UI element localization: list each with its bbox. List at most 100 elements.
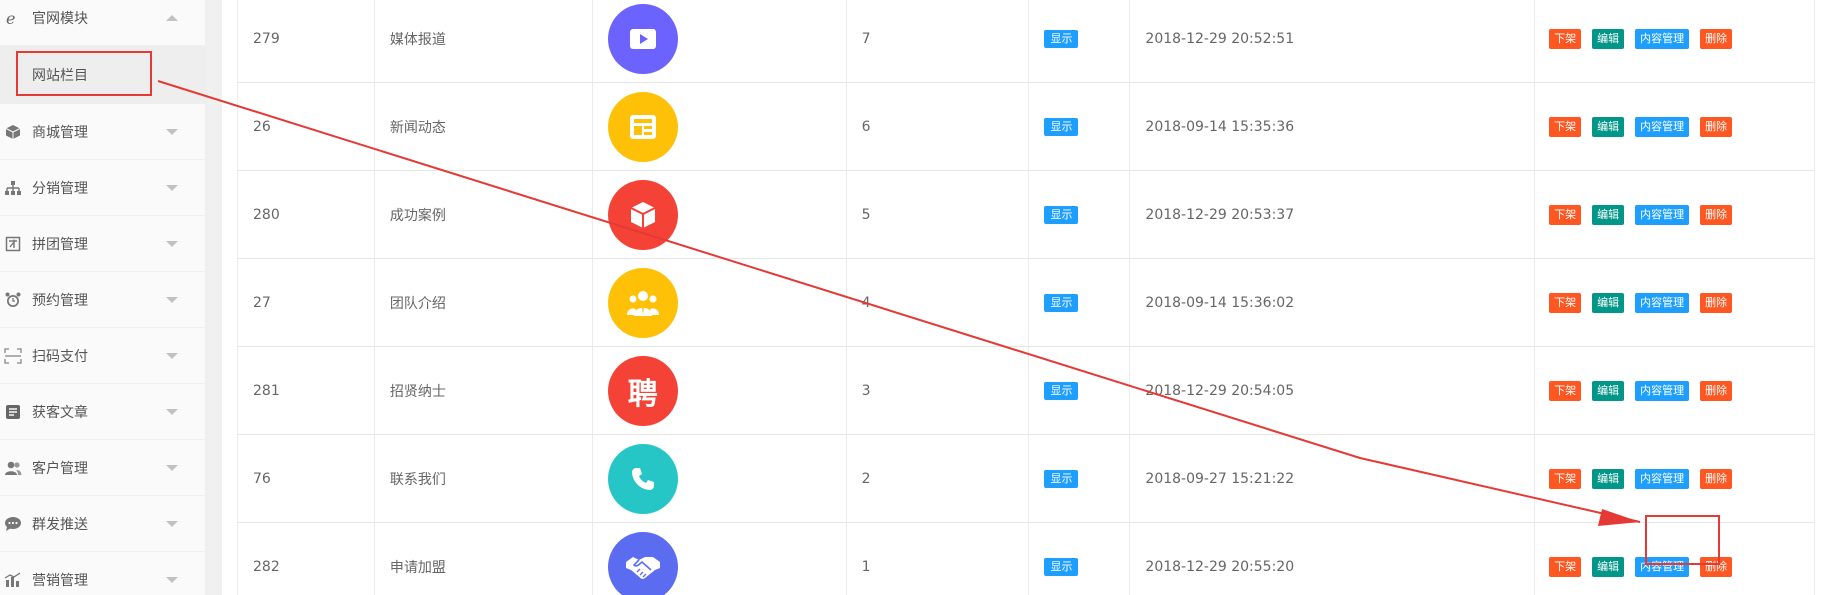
article-icon [2,401,24,423]
sidebar-group-groupbuy[interactable]: 拼团管理 [0,216,206,272]
bar-chart-icon [2,569,24,591]
status-badge: 显示 [1044,117,1079,136]
sidebar-group-articles[interactable]: 获客文章 [0,384,206,440]
cell-time: 2018-12-29 20:55:20 [1129,522,1536,595]
delete-button[interactable]: 删除 [1700,292,1733,313]
cell-id: 282 [237,522,375,595]
table-row: 282 申请加盟 1 显示 2018-12-29 20:55:20 下架 编辑 内容… [237,522,1815,595]
content-manage-button[interactable]: 内容管理 [1635,380,1690,401]
delete-button[interactable]: 删除 [1700,468,1733,489]
sidebar-item-website-columns[interactable]: 网站栏目 [0,46,206,104]
cell-icon [591,522,847,595]
sidebar-group-booking[interactable]: 预约管理 [0,272,206,328]
content-manage-button[interactable]: 内容管理 [1635,468,1690,489]
cell-sort: 2 [845,434,1030,523]
sidebar-group-broadcast[interactable]: 群发推送 [0,496,206,552]
edit-button[interactable]: 编辑 [1592,116,1625,137]
edit-button[interactable]: 编辑 [1592,28,1625,49]
table-row: 27 团队介绍 4 显示 2018-09-14 15:36:02 下架 编辑 内容管… [237,258,1815,347]
cell-icon [591,0,847,83]
table-row: 281 招贤纳士 聘 3 显示 2018-12-29 20:54:05 下架 编辑… [237,346,1815,435]
team-icon [607,267,678,338]
sidebar-group-label: 官网模块 [32,10,88,27]
sidebar-group-label: 扫码支付 [32,348,88,365]
sidebar: e 官网模块 网站栏目 商城管理 分销管理 拼团管理 预约管理 扫码支付 获客文… [0,0,206,595]
chevron-down-icon [166,520,178,527]
cube-icon [2,121,24,143]
delete-button[interactable]: 删除 [1700,116,1733,137]
content-manage-button[interactable]: 内容管理 [1635,556,1690,577]
cell-status: 显示 [1028,82,1131,171]
take-down-button[interactable]: 下架 [1549,292,1582,313]
cell-name: 团队介绍 [373,258,593,347]
take-down-button[interactable]: 下架 [1549,116,1582,137]
delete-button[interactable]: 删除 [1700,380,1733,401]
sidebar-gutter [206,0,222,595]
status-badge: 显示 [1044,293,1079,312]
content-manage-button[interactable]: 内容管理 [1635,28,1690,49]
sitemap-icon [2,177,24,199]
hire-glyph: 聘 [627,376,658,412]
cell-icon: 聘 [591,346,847,435]
delete-button[interactable]: 删除 [1700,556,1733,577]
chevron-down-icon [166,352,178,359]
cell-name: 媒体报道 [373,0,593,83]
cell-status: 显示 [1028,170,1131,259]
take-down-button[interactable]: 下架 [1549,28,1582,49]
sidebar-group-label: 客户管理 [32,460,88,477]
video-icon [607,3,678,74]
table-row: 279 媒体报道 7 显示 2018-12-29 20:52:51 下架 编辑 内容… [237,0,1815,83]
cell-status: 显示 [1028,346,1131,435]
take-down-button[interactable]: 下架 [1549,380,1582,401]
chevron-down-icon [166,184,178,191]
content-manage-button[interactable]: 内容管理 [1635,204,1690,225]
edit-button[interactable]: 编辑 [1592,468,1625,489]
cell-id: 280 [237,170,375,259]
status-badge: 显示 [1044,557,1079,576]
take-down-button[interactable]: 下架 [1549,468,1582,489]
sidebar-group-marketing[interactable]: 营销管理 [0,552,206,595]
cell-id: 279 [237,0,375,83]
chevron-down-icon [166,296,178,303]
take-down-button[interactable]: 下架 [1549,204,1582,225]
column-table: 279 媒体报道 7 显示 2018-12-29 20:52:51 下架 编辑 内容… [237,0,1815,595]
sidebar-group-mall[interactable]: 商城管理 [0,104,206,160]
edit-button[interactable]: 编辑 [1592,380,1625,401]
chevron-down-icon [166,576,178,583]
cell-actions: 下架 编辑 内容管理 删除 [1534,258,1815,347]
hire-icon: 聘 [607,355,678,426]
take-down-button[interactable]: 下架 [1549,556,1582,577]
sidebar-group-label: 分销管理 [32,180,88,197]
sidebar-group-label: 拼团管理 [32,236,88,253]
sidebar-group-website[interactable]: e 官网模块 [0,0,206,46]
status-badge: 显示 [1044,205,1079,224]
sidebar-item-label: 网站栏目 [32,68,88,84]
sidebar-group-distribution[interactable]: 分销管理 [0,160,206,216]
content-manage-button[interactable]: 内容管理 [1635,292,1690,313]
edit-button[interactable]: 编辑 [1592,556,1625,577]
delete-button[interactable]: 删除 [1700,28,1733,49]
table-row: 76 联系我们 2 显示 2018-09-27 15:21:22 下架 编辑 内容管… [237,434,1815,523]
page: e 官网模块 网站栏目 商城管理 分销管理 拼团管理 预约管理 扫码支付 获客文… [0,0,1832,595]
chevron-down-icon [166,408,178,415]
sidebar-group-customers[interactable]: 客户管理 [0,440,206,496]
cell-sort: 5 [845,170,1030,259]
table-row: 26 新闻动态 6 显示 2018-09-14 15:35:36 下架 编辑 内容管… [237,82,1815,171]
chevron-up-icon [166,14,178,21]
content-manage-button[interactable]: 内容管理 [1635,116,1690,137]
phone-icon [607,443,678,514]
cell-time: 2018-09-27 15:21:22 [1129,434,1536,523]
edit-button[interactable]: 编辑 [1592,292,1625,313]
edit-button[interactable]: 编辑 [1592,204,1625,225]
delete-button[interactable]: 删除 [1700,204,1733,225]
chevron-down-icon [166,240,178,247]
cell-sort: 7 [845,0,1030,83]
cell-icon [591,170,847,259]
status-badge: 显示 [1044,469,1079,488]
cell-name: 联系我们 [373,434,593,523]
sidebar-group-label: 预约管理 [32,292,88,309]
sidebar-group-label: 获客文章 [32,404,88,421]
cell-actions: 下架 编辑 内容管理 删除 [1534,170,1815,259]
sidebar-group-scanpay[interactable]: 扫码支付 [0,328,206,384]
cell-name: 申请加盟 [373,522,593,595]
